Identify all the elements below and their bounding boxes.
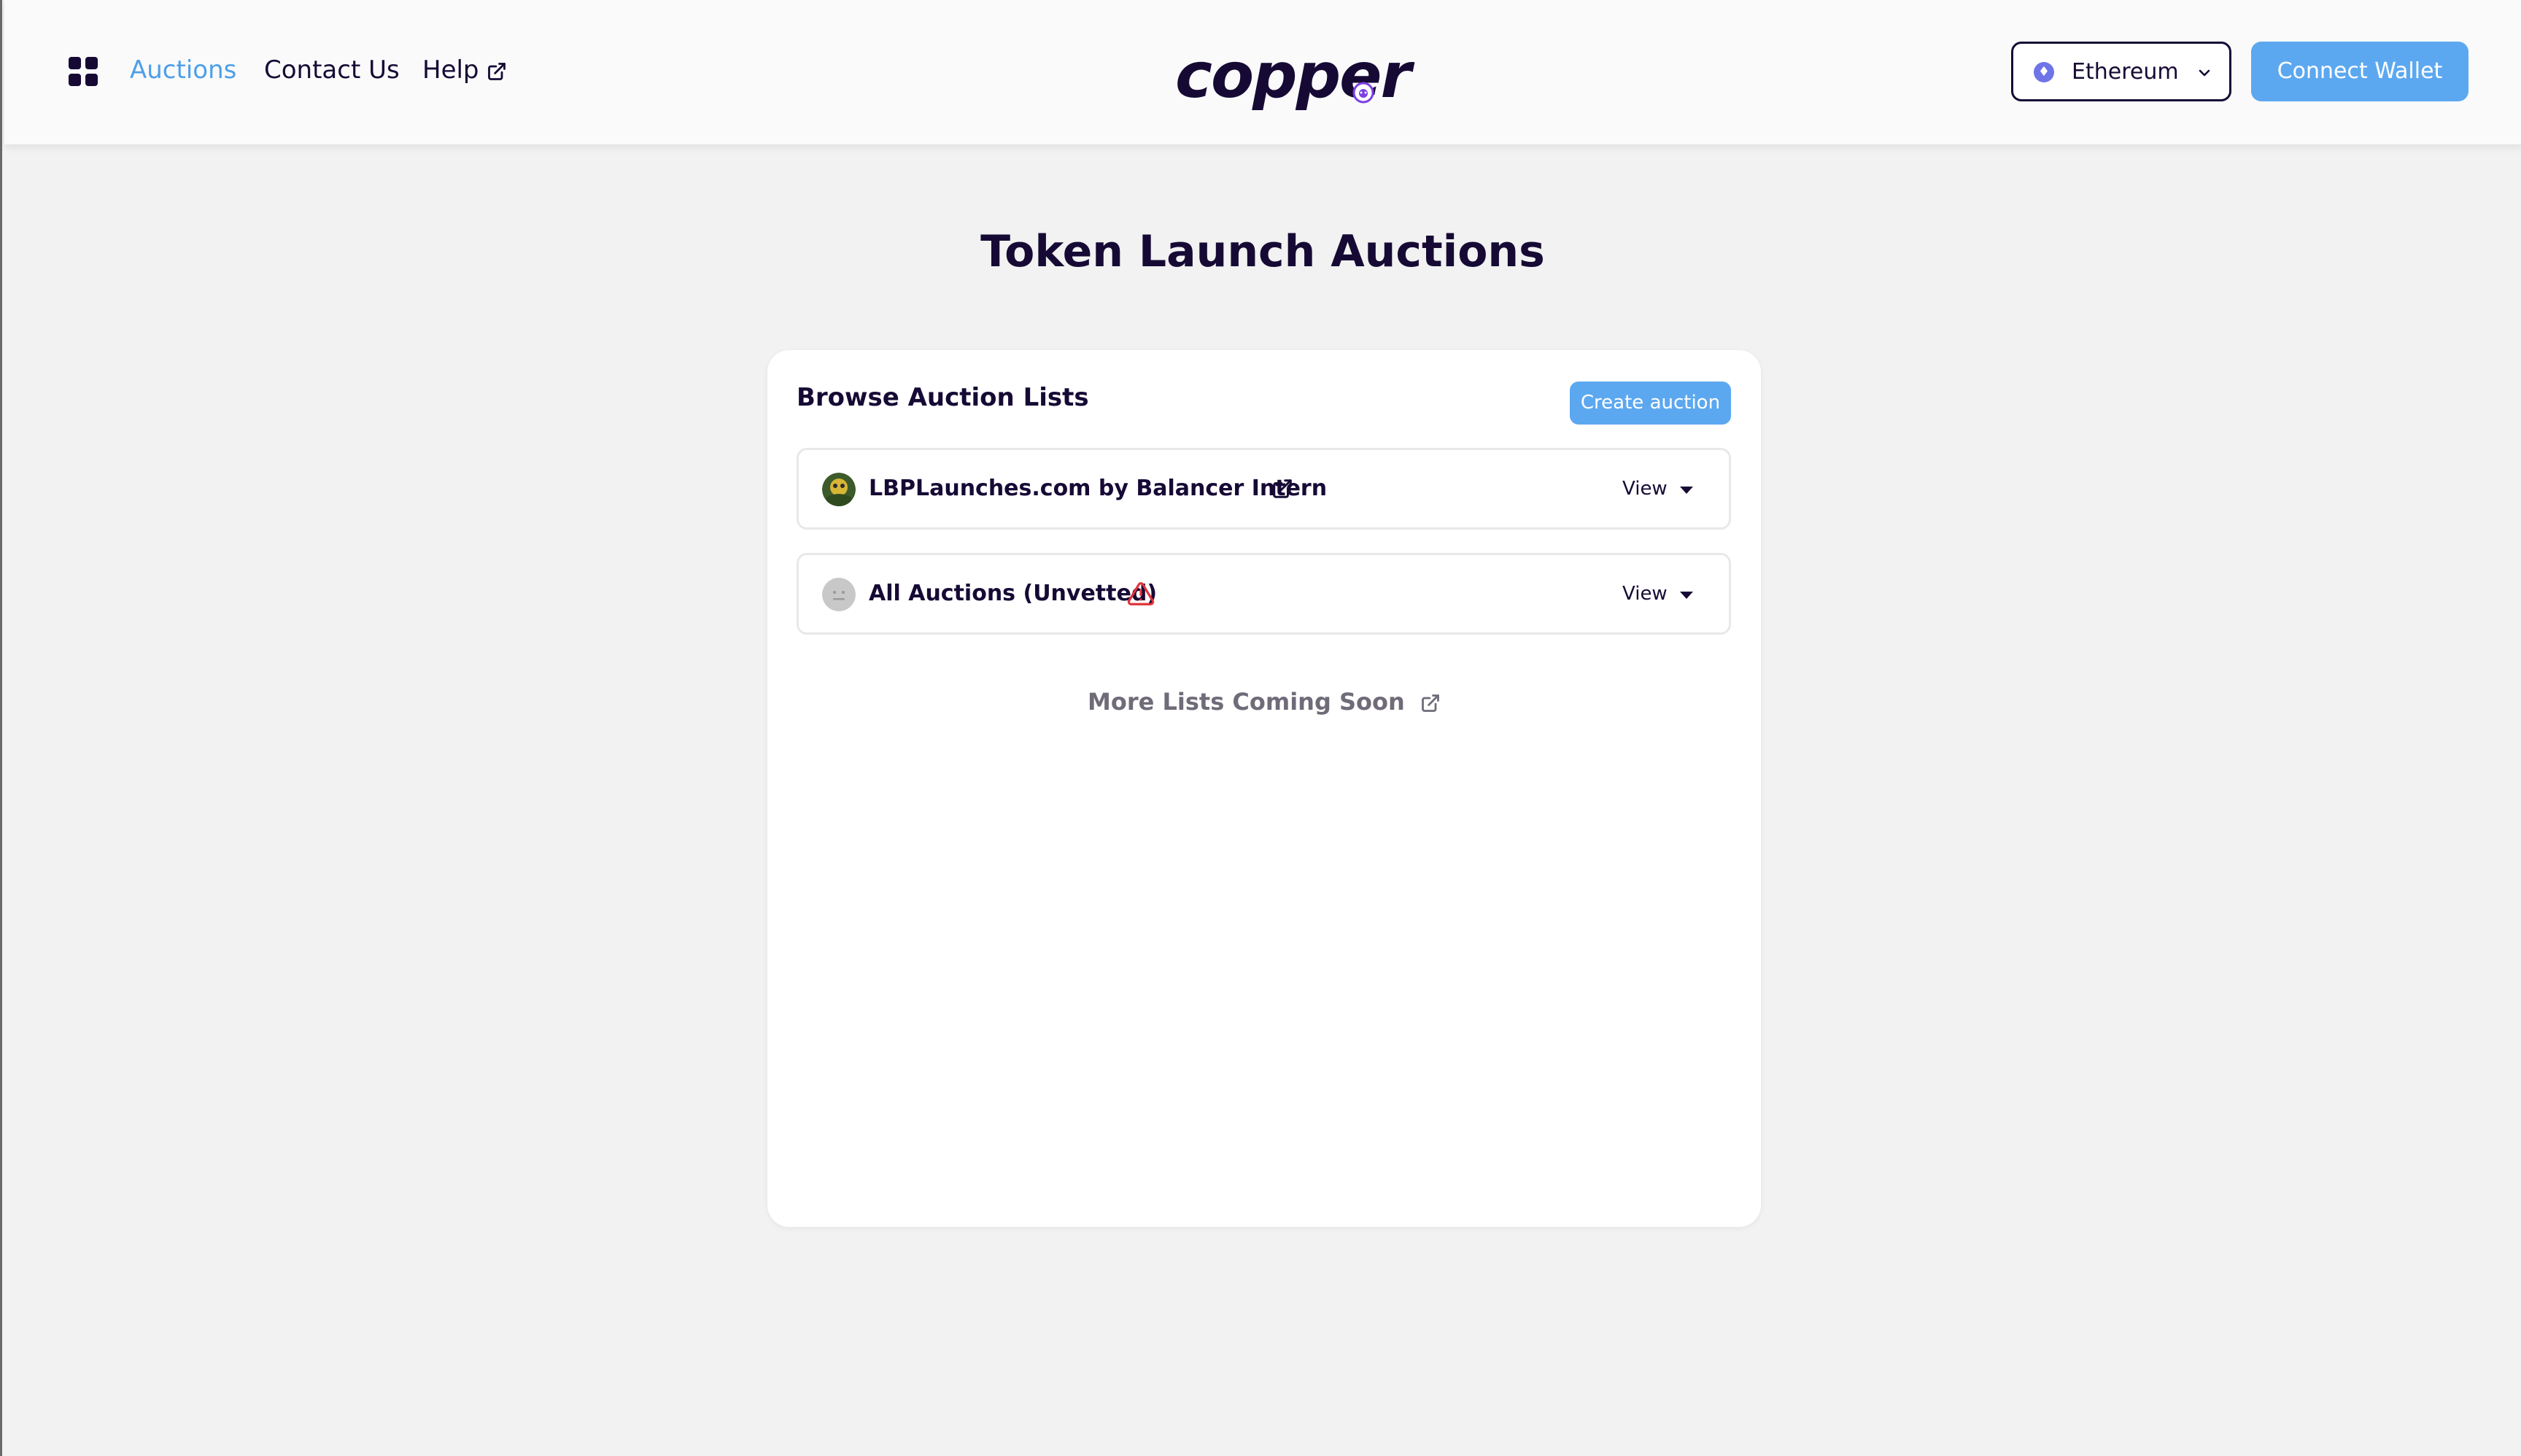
network-selector[interactable]: ♦ Ethereum [2011, 42, 2231, 101]
caret-down-icon [1680, 592, 1693, 599]
apps-grid-icon[interactable] [69, 57, 98, 86]
list-item-label: LBPLaunches.com by Balancer Intern [869, 476, 1328, 501]
caret-down-icon [1680, 487, 1693, 494]
list-avatar [822, 578, 856, 611]
external-link-icon [488, 62, 506, 80]
ethereum-icon: ♦ [2034, 62, 2054, 82]
auction-lists-card: Browse Auction Lists Create auction LBPL… [767, 350, 1761, 1227]
copper-logo[interactable]: copper [1175, 39, 1411, 112]
connect-wallet-button[interactable]: Connect Wallet [2251, 42, 2468, 101]
nav-help[interactable]: Help [422, 54, 507, 86]
view-dropdown[interactable]: View [1622, 473, 1668, 504]
create-auction-button[interactable]: Create auction [1570, 382, 1731, 425]
list-item-label: All Auctions (Unvetted) [869, 581, 1158, 606]
card-title: Browse Auction Lists [797, 383, 1089, 412]
more-lists-link[interactable]: More Lists Coming Soon [767, 686, 1761, 718]
chevron-down-icon [2199, 69, 2210, 77]
nav-contact-us[interactable]: Contact Us [264, 54, 400, 86]
page-title: Token Launch Auctions [980, 226, 1545, 277]
logo-badge-icon [1352, 82, 1374, 104]
list-item[interactable]: LBPLaunches.com by Balancer Intern View [797, 448, 1731, 530]
warning-icon [1127, 582, 1155, 605]
logo-text: copper [1175, 39, 1411, 112]
view-dropdown[interactable]: View [1622, 578, 1668, 609]
nav-help-label: Help [422, 55, 479, 85]
external-link-icon[interactable] [1271, 478, 1293, 500]
list-item[interactable]: All Auctions (Unvetted) View [797, 553, 1731, 635]
app-window: Auctions Contact Us Help copper ♦ Ethere… [0, 0, 2521, 1456]
external-link-icon [1422, 694, 1439, 712]
list-avatar [822, 473, 856, 506]
network-label: Ethereum [2072, 59, 2179, 85]
nav-auctions[interactable]: Auctions [130, 54, 236, 86]
more-lists-label: More Lists Coming Soon [1088, 688, 1405, 716]
top-header: Auctions Contact Us Help copper ♦ Ethere… [4, 0, 2521, 144]
